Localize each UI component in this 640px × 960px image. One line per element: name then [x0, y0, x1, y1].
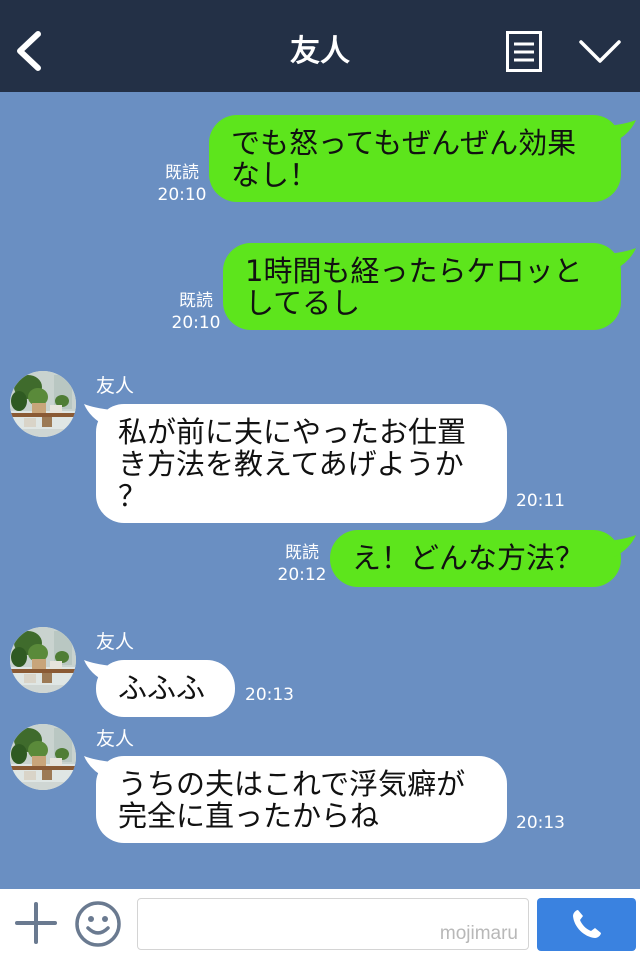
sent-message-bubble[interactable]: え！どんな方法？ [330, 530, 621, 587]
sender-name: 友人 [96, 631, 135, 653]
message-time: 20:12 [277, 565, 327, 585]
phone-icon [573, 910, 601, 938]
sender-name: 友人 [96, 728, 135, 750]
document-list-icon[interactable] [506, 31, 542, 72]
read-receipt: 既読 [165, 163, 199, 183]
bubble-tail [608, 535, 636, 557]
chat-title: 友人 [290, 34, 350, 69]
received-message-bubble[interactable]: うちの夫はこれで浮気癖が 完全に直ったからね [96, 756, 507, 843]
received-message-bubble[interactable]: 私が前に夫にやったお仕置 き方法を教えてあげようか ？ [96, 404, 507, 523]
message-text-line: 私が前に夫にやったお仕置 [118, 415, 467, 449]
message-meta: 既読 20:10 [170, 290, 222, 334]
read-receipt: 既読 [179, 291, 213, 311]
message-text-line: してるし [245, 286, 361, 320]
message-text-line: なし！ [231, 158, 319, 192]
message-time: 20:11 [516, 491, 565, 511]
message-text-line: 1時間も経ったらケロッと [245, 254, 583, 288]
bubble-tail [608, 248, 636, 270]
message-time: 20:10 [157, 185, 207, 205]
avatar[interactable] [10, 627, 76, 693]
message-text-line: え！どんな方法？ [352, 541, 585, 575]
message-time: 20:13 [516, 813, 565, 833]
message-text-line: ？ [118, 479, 148, 513]
message-text-line: き方法を教えてあげようか [118, 447, 464, 481]
message-text-line: ふふふ [118, 671, 206, 705]
sender-name: 友人 [96, 375, 135, 397]
message-meta: 既読 20:12 [276, 542, 328, 586]
message-meta: 既読 20:10 [156, 162, 208, 206]
chat-header: 友人 [0, 0, 640, 92]
plus-icon[interactable] [14, 901, 58, 945]
message-text-line: 完全に直ったからね [118, 799, 380, 833]
message-text-line: でも怒ってもぜんぜん効果 [231, 126, 577, 160]
message-text-line: うちの夫はこれで浮気癖が [118, 767, 466, 801]
message-list[interactable]: 既読 20:10 でも怒ってもぜんぜん効果 なし！ 既読 20:10 1時間も経… [0, 92, 640, 889]
message-input[interactable]: mojimaru [137, 898, 529, 950]
smiley-icon[interactable] [74, 900, 122, 948]
read-receipt: 既読 [285, 543, 319, 563]
sent-message-bubble[interactable]: 1時間も経ったらケロッと してるし [223, 243, 621, 330]
message-time: 20:10 [171, 313, 221, 333]
received-message-bubble[interactable]: ふふふ [96, 660, 235, 717]
avatar[interactable] [10, 724, 76, 790]
message-composer: mojimaru [0, 889, 640, 960]
message-time: 20:13 [245, 685, 294, 705]
watermark-text: mojimaru [439, 923, 518, 944]
bubble-tail [608, 120, 636, 142]
avatar[interactable] [10, 371, 76, 437]
chevron-down-icon[interactable] [578, 36, 622, 66]
call-button[interactable] [537, 898, 636, 951]
sent-message-bubble[interactable]: でも怒ってもぜんぜん効果 なし！ [209, 115, 621, 202]
